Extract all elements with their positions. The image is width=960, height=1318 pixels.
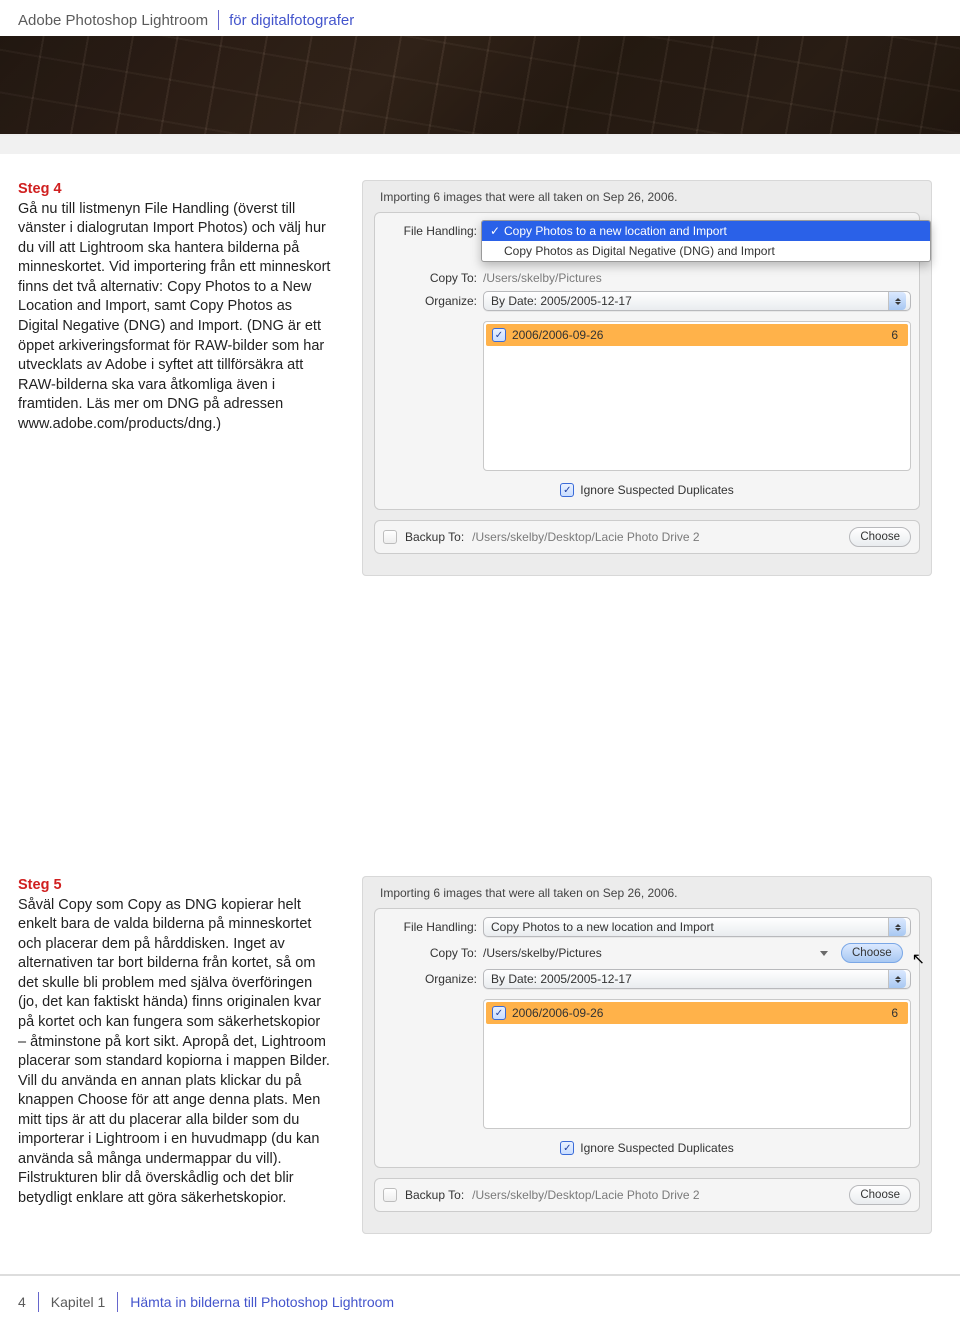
date-folder-name: 2006/2006-09-26 <box>512 328 603 342</box>
file-handling-option[interactable]: Copy Photos as Digital Negative (DNG) an… <box>482 241 930 261</box>
step4-body: Gå nu till listmenyn File Handling (över… <box>18 201 330 432</box>
organize-value: By Date: 2005/2005-12-17 <box>491 294 632 308</box>
copy-to-label: Copy To: <box>383 271 477 285</box>
cursor-icon: ↖ <box>912 949 925 969</box>
copy-to-path: /Users/skelby/Pictures <box>483 946 602 960</box>
hero-photo-spacer <box>0 136 960 154</box>
copy-to-label: Copy To: <box>383 946 477 960</box>
ignore-duplicates-label: Ignore Suspected Duplicates <box>580 483 733 497</box>
backup-checkbox[interactable] <box>383 530 397 544</box>
header-divider <box>218 10 219 30</box>
copy-to-path: /Users/skelby/Pictures <box>483 271 602 285</box>
step4-row: Steg 4 Gå nu till listmenyn File Handlin… <box>0 154 960 576</box>
import-dialog-step5: Importing 6 images that were all taken o… <box>362 876 932 1234</box>
organize-value: By Date: 2005/2005-12-17 <box>491 972 632 986</box>
step5-row: Steg 5 Såväl Copy som Copy as DNG kopier… <box>0 876 960 1234</box>
checkbox-checked-icon: ✓ <box>560 483 574 497</box>
organize-label: Organize: <box>383 972 477 986</box>
hero-photo <box>0 36 960 134</box>
import-dialog-title: Importing 6 images that were all taken o… <box>380 886 920 900</box>
organize-dropdown[interactable]: By Date: 2005/2005-12-17 <box>483 291 911 311</box>
step4-heading: Steg 4 <box>18 181 62 197</box>
checkbox-checked-icon[interactable]: ✓ <box>492 328 506 342</box>
backup-path: /Users/skelby/Desktop/Lacie Photo Drive … <box>472 530 699 544</box>
date-folder-count: 6 <box>891 1006 898 1020</box>
date-folder-count: 6 <box>891 328 898 342</box>
copy-to-choose-button[interactable]: Choose <box>841 943 903 963</box>
ignore-duplicates-label: Ignore Suspected Duplicates <box>580 1141 733 1155</box>
import-dialog-title: Importing 6 images that were all taken o… <box>380 190 920 204</box>
backup-choose-button[interactable]: Choose <box>849 1185 911 1205</box>
stepper-icon <box>888 292 906 310</box>
backup-path: /Users/skelby/Desktop/Lacie Photo Drive … <box>472 1188 699 1202</box>
checkbox-checked-icon: ✓ <box>560 1141 574 1155</box>
file-handling-dropdown-open[interactable]: ✓ Copy Photos to a new location and Impo… <box>483 221 911 241</box>
ignore-duplicates-checkbox[interactable]: ✓ Ignore Suspected Duplicates <box>560 1141 733 1155</box>
page-number: 4 <box>18 1294 26 1310</box>
backup-checkbox[interactable] <box>383 1188 397 1202</box>
step5-text: Steg 5 Såväl Copy som Copy as DNG kopier… <box>18 876 332 1234</box>
step4-text: Steg 4 Gå nu till listmenyn File Handlin… <box>18 180 332 576</box>
menu-option-0: Copy Photos to a new location and Import <box>504 224 727 238</box>
file-handling-option-selected[interactable]: ✓ Copy Photos to a new location and Impo… <box>482 221 930 241</box>
date-folder-list[interactable]: ✓ 2006/2006-09-26 6 <box>483 999 911 1129</box>
product-name: Adobe Photoshop Lightroom <box>18 12 208 29</box>
stepper-icon <box>888 970 906 988</box>
header-subtitle: för digitalfotografer <box>229 12 354 29</box>
page-footer: 4 Kapitel 1 Hämta in bilderna till Photo… <box>0 1276 960 1318</box>
date-folder-row[interactable]: ✓ 2006/2006-09-26 6 <box>486 324 908 346</box>
disclosure-icon[interactable] <box>817 946 831 960</box>
backup-panel: Backup To: /Users/skelby/Desktop/Lacie P… <box>374 520 920 554</box>
backup-panel: Backup To: /Users/skelby/Desktop/Lacie P… <box>374 1178 920 1212</box>
step5-body: Såväl Copy som Copy as DNG kopierar helt… <box>18 897 330 1206</box>
organize-dropdown[interactable]: By Date: 2005/2005-12-17 <box>483 969 911 989</box>
chapter-title: Hämta in bilderna till Photoshop Lightro… <box>130 1294 394 1310</box>
file-handling-value: Copy Photos to a new location and Import <box>491 920 714 934</box>
organize-label: Organize: <box>383 294 477 308</box>
footer-divider <box>38 1292 39 1312</box>
checkbox-checked-icon[interactable]: ✓ <box>492 1006 506 1020</box>
file-handling-dropdown[interactable]: Copy Photos to a new location and Import <box>483 917 911 937</box>
step5-heading: Steg 5 <box>18 877 62 893</box>
import-dialog-step4: Importing 6 images that were all taken o… <box>362 180 932 576</box>
backup-to-label: Backup To: <box>405 1188 464 1202</box>
date-folder-row[interactable]: ✓ 2006/2006-09-26 6 <box>486 1002 908 1024</box>
ignore-duplicates-checkbox[interactable]: ✓ Ignore Suspected Duplicates <box>560 483 733 497</box>
stepper-icon <box>888 918 906 936</box>
backup-choose-button[interactable]: Choose <box>849 527 911 547</box>
chapter-label: Kapitel 1 <box>51 1294 105 1310</box>
file-handling-label: File Handling: <box>383 920 477 934</box>
menu-option-1: Copy Photos as Digital Negative (DNG) an… <box>504 244 775 258</box>
backup-to-label: Backup To: <box>405 530 464 544</box>
date-folder-list[interactable]: ✓ 2006/2006-09-26 6 <box>483 321 911 471</box>
date-folder-name: 2006/2006-09-26 <box>512 1006 603 1020</box>
footer-divider <box>117 1292 118 1312</box>
file-handling-label: File Handling: <box>383 224 477 238</box>
page-header: Adobe Photoshop Lightroom för digitalfot… <box>0 0 960 36</box>
